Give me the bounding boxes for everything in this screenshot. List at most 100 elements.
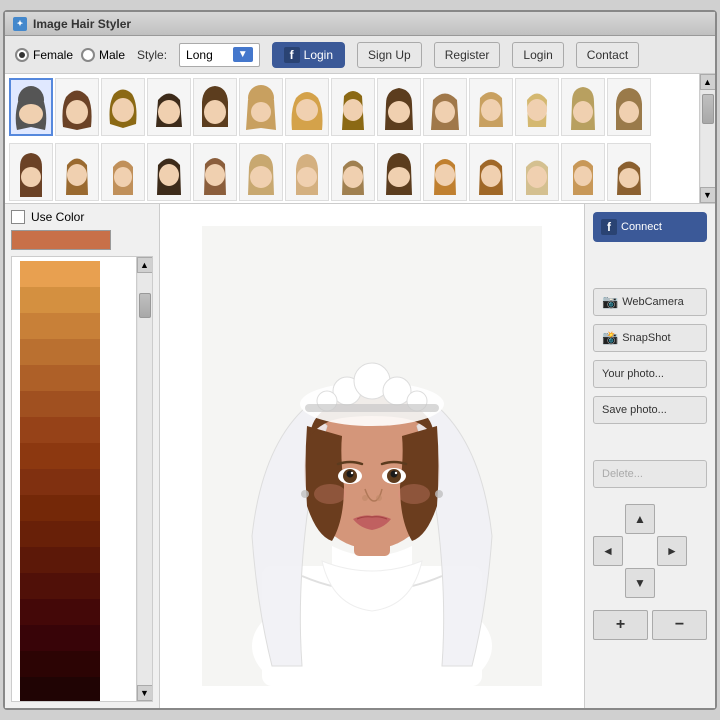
gallery-scroll-thumb[interactable] — [702, 94, 714, 124]
palette-scroll-down[interactable]: ▼ — [137, 685, 153, 701]
color-swatch-9[interactable] — [20, 469, 100, 495]
nav-down-button[interactable]: ▼ — [625, 568, 655, 598]
color-swatch-2[interactable] — [20, 287, 100, 313]
your-photo-button[interactable]: Your photo... — [593, 360, 707, 388]
female-radio-circle — [15, 48, 29, 62]
hair-thumb-5[interactable] — [193, 78, 237, 136]
hair-thumb-27[interactable] — [561, 143, 605, 201]
hair-thumb-6[interactable] — [239, 78, 283, 136]
palette-scroll-up[interactable]: ▲ — [137, 257, 153, 273]
hair-thumb-10[interactable] — [423, 78, 467, 136]
your-photo-label: Your photo... — [602, 368, 664, 380]
hair-thumb-20[interactable] — [239, 143, 283, 201]
hair-thumb-18[interactable] — [147, 143, 191, 201]
nav-empty-center — [625, 536, 655, 566]
palette-scroll-thumb[interactable] — [139, 293, 151, 318]
register-button[interactable]: Register — [434, 42, 501, 68]
color-swatch-8[interactable] — [20, 443, 100, 469]
dropdown-arrow-icon: ▼ — [233, 47, 253, 62]
facebook-icon: f — [284, 47, 300, 63]
hair-thumb-25[interactable] — [469, 143, 513, 201]
color-swatch-11[interactable] — [20, 521, 100, 547]
hair-thumb-28[interactable] — [607, 143, 651, 201]
color-swatch-10[interactable] — [20, 495, 100, 521]
gallery-scroll-down[interactable]: ▼ — [700, 187, 716, 203]
hair-thumb-2[interactable] — [55, 78, 99, 136]
use-color-checkbox[interactable] — [11, 210, 25, 224]
fb-connect-button[interactable]: f Connect — [593, 212, 707, 242]
app-window: ✦ Image Hair Styler Female Male Style: L… — [3, 10, 717, 710]
save-photo-button[interactable]: Save photo... — [593, 396, 707, 424]
hair-thumb-26[interactable] — [515, 143, 559, 201]
hair-thumb-23[interactable] — [377, 143, 421, 201]
hair-thumb-4[interactable] — [147, 78, 191, 136]
hair-thumb-24[interactable] — [423, 143, 467, 201]
male-label: Male — [99, 48, 125, 62]
color-strip — [20, 261, 100, 701]
fb-login-button[interactable]: f Login — [272, 42, 345, 68]
hair-row-1 — [5, 74, 715, 139]
hair-thumb-1[interactable] — [9, 78, 53, 136]
hair-thumb-3[interactable] — [101, 78, 145, 136]
nav-up-button[interactable]: ▲ — [625, 504, 655, 534]
webcamera-button[interactable]: 📷 WebCamera — [593, 288, 707, 316]
zoom-out-icon: − — [675, 616, 684, 634]
hair-thumb-9[interactable] — [377, 78, 421, 136]
gallery-scroll-track — [701, 90, 715, 187]
use-color-row: Use Color — [11, 210, 153, 224]
zoom-in-icon: + — [616, 616, 625, 634]
color-swatch-13[interactable] — [20, 573, 100, 599]
color-swatch-7[interactable] — [20, 417, 100, 443]
gallery-scroll-up[interactable]: ▲ — [700, 74, 716, 90]
hair-thumb-15[interactable] — [9, 143, 53, 201]
hair-thumb-19[interactable] — [193, 143, 237, 201]
zoom-out-button[interactable]: − — [652, 610, 707, 640]
color-swatch-5[interactable] — [20, 365, 100, 391]
hair-thumb-16[interactable] — [55, 143, 99, 201]
color-swatch-6[interactable] — [20, 391, 100, 417]
nav-empty-2 — [657, 504, 687, 534]
signup-button[interactable]: Sign Up — [357, 42, 422, 68]
hair-thumb-12[interactable] — [515, 78, 559, 136]
snapshot-button[interactable]: 📸 SnapShot — [593, 324, 707, 352]
color-swatch-16[interactable] — [20, 651, 100, 677]
hair-thumb-17[interactable] — [101, 143, 145, 201]
color-swatch-1[interactable] — [20, 261, 100, 287]
hair-thumb-14[interactable] — [607, 78, 651, 136]
color-swatch-3[interactable] — [20, 313, 100, 339]
hair-thumb-22[interactable] — [331, 143, 375, 201]
hair-thumb-7[interactable] — [285, 78, 329, 136]
color-swatch-14[interactable] — [20, 599, 100, 625]
male-radio[interactable]: Male — [81, 48, 125, 62]
color-swatch-12[interactable] — [20, 547, 100, 573]
login-button[interactable]: Login — [512, 42, 563, 68]
nav-right-button[interactable]: ► — [657, 536, 687, 566]
hair-thumb-21[interactable] — [285, 143, 329, 201]
hair-thumb-11[interactable] — [469, 78, 513, 136]
hair-thumb-8[interactable] — [331, 78, 375, 136]
nav-up-icon: ▲ — [634, 512, 646, 526]
color-palette: ▲ ▼ — [11, 256, 153, 702]
snapshot-label: SnapShot — [622, 332, 670, 344]
nav-left-icon: ◄ — [602, 544, 614, 558]
spacer — [593, 432, 707, 452]
gallery-scrollbar[interactable]: ▲ ▼ — [699, 74, 715, 203]
right-section-gap — [593, 250, 707, 280]
hair-thumb-13[interactable] — [561, 78, 605, 136]
color-swatch-4[interactable] — [20, 339, 100, 365]
gender-radio-group: Female Male — [15, 48, 125, 62]
color-swatch-15[interactable] — [20, 625, 100, 651]
style-dropdown[interactable]: Long ▼ — [179, 43, 260, 67]
right-panel: f Connect 📷 WebCamera 📸 SnapShot Your ph… — [585, 204, 715, 708]
nav-right-icon: ► — [666, 544, 678, 558]
style-value: Long — [186, 48, 213, 62]
zoom-in-button[interactable]: + — [593, 610, 648, 640]
palette-scrollbar[interactable]: ▲ ▼ — [136, 257, 152, 701]
color-swatch-17[interactable] — [20, 677, 100, 701]
nav-left-button[interactable]: ◄ — [593, 536, 623, 566]
contact-button[interactable]: Contact — [576, 42, 639, 68]
color-preview[interactable] — [11, 230, 111, 250]
male-radio-circle — [81, 48, 95, 62]
delete-button[interactable]: Delete... — [593, 460, 707, 488]
female-radio[interactable]: Female — [15, 48, 73, 62]
